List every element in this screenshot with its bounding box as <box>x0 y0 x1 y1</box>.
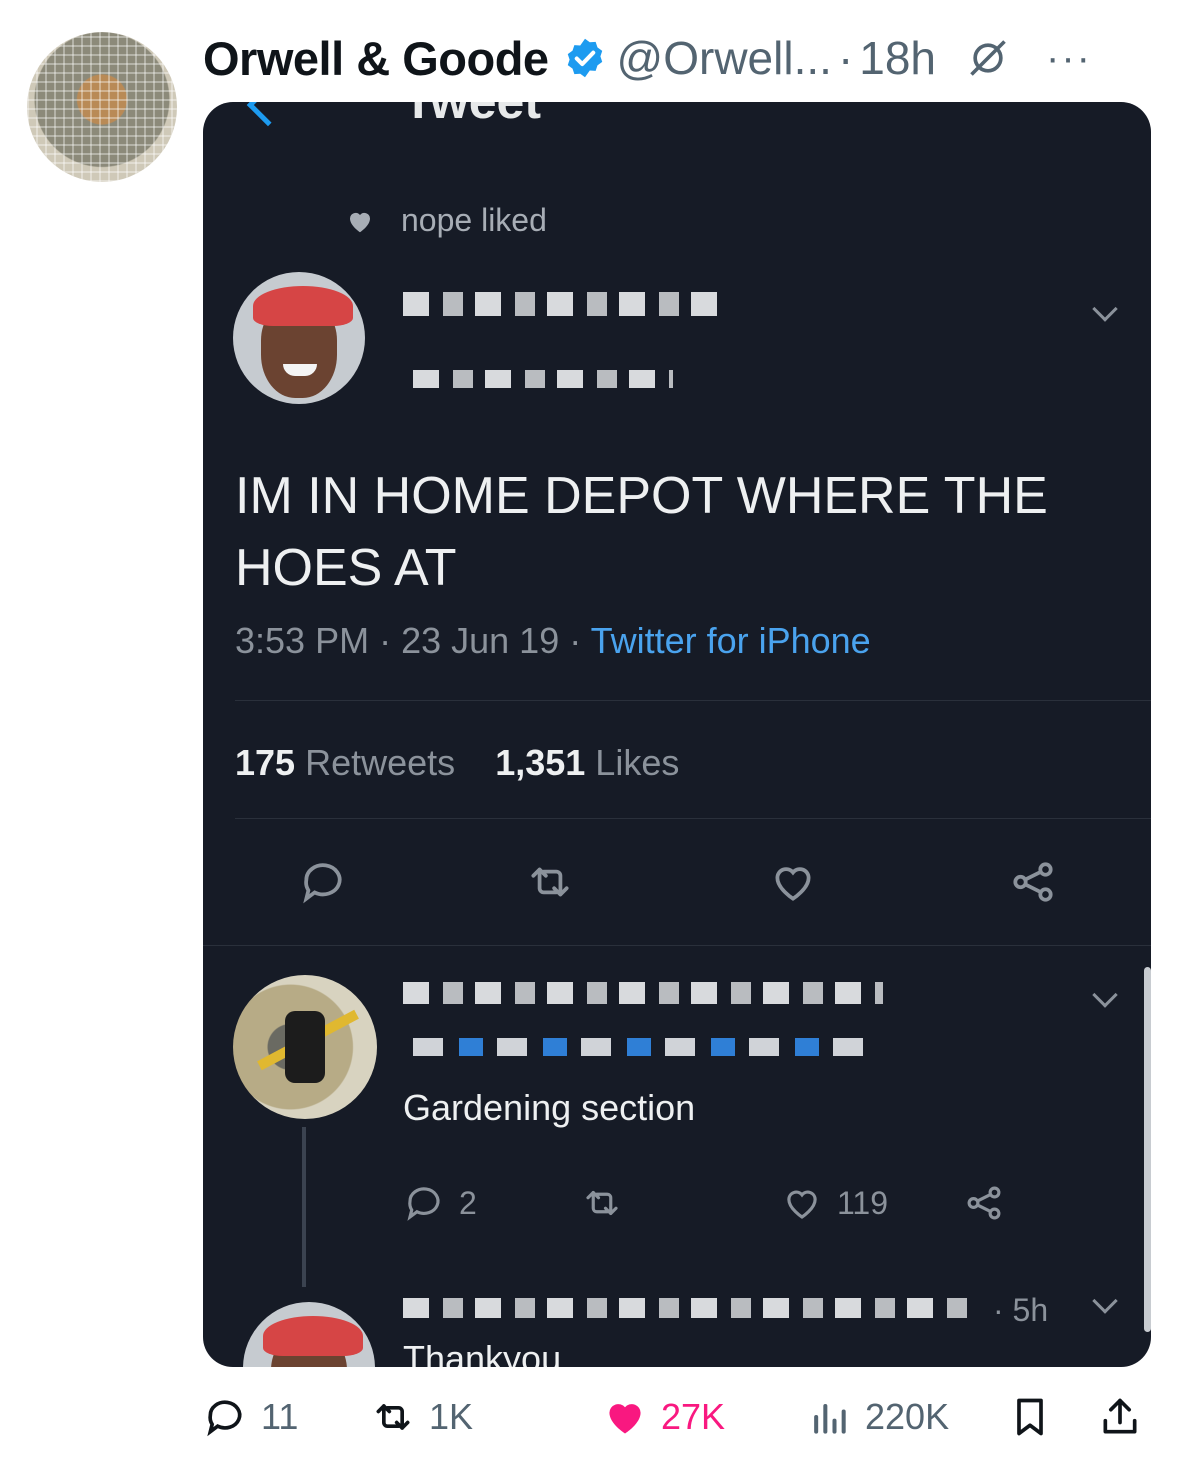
author-avatar[interactable] <box>27 32 177 182</box>
tweet-date: 23 Jun 19 <box>401 620 560 661</box>
reply-icon <box>303 863 342 904</box>
meta-separator: · <box>369 620 402 661</box>
share-icon <box>1013 862 1053 902</box>
scrollbar <box>1144 967 1151 1332</box>
reply-button[interactable]: 11 <box>203 1395 298 1439</box>
verified-badge-icon <box>567 38 602 78</box>
chevron-down-icon <box>1092 982 1118 1008</box>
second-reply-text: Thankyou <box>403 1338 562 1367</box>
likes-label: Likes <box>595 742 680 783</box>
redacted-handle <box>413 370 673 388</box>
retweets-label: Retweets <box>305 742 456 783</box>
grok-icon[interactable] <box>966 36 1010 80</box>
share-icon <box>967 1186 1001 1220</box>
tweet-source: Twitter for iPhone <box>590 620 871 661</box>
embedded-screenshot[interactable]: Tweet nope liked IM IN HOME DEPOT WHERE … <box>203 102 1151 1367</box>
thread-line <box>302 1127 306 1287</box>
separator-dot: · <box>837 32 854 84</box>
author-handle[interactable]: @Orwell... <box>617 31 832 85</box>
views-chart-icon <box>814 1403 846 1434</box>
reply-likes: 119 <box>781 1182 888 1224</box>
like-icon <box>775 867 811 901</box>
views-button[interactable]: 220K <box>807 1395 949 1439</box>
redacted-second-reply-name <box>403 1298 973 1318</box>
chevron-down-icon <box>1092 1288 1118 1314</box>
meta-separator: · <box>559 620 591 661</box>
heart-filled-icon <box>609 1404 641 1434</box>
divider <box>203 945 1151 946</box>
repost-count: 1K <box>429 1396 474 1437</box>
more-options-icon[interactable]: ··· <box>1046 36 1092 81</box>
retweet-icon <box>586 1190 618 1216</box>
screenshot-title: Tweet <box>403 102 541 130</box>
like-icon <box>787 1190 817 1219</box>
reply-icon <box>207 1400 242 1437</box>
tweet-meta: 3:53 PM · 23 Jun 19 · Twitter for iPhone <box>235 620 871 662</box>
bookmark-icon <box>1017 1398 1043 1436</box>
repost-icon <box>376 1404 410 1430</box>
reply-replies-count: 2 <box>459 1184 477 1221</box>
reply-count: 11 <box>261 1396 299 1437</box>
original-author-avatar <box>233 272 365 404</box>
divider <box>235 818 1151 819</box>
avatar-cap <box>263 1316 363 1356</box>
post-header: Orwell & Goode @Orwell... · 18h ··· <box>203 28 1159 88</box>
tweet-stats: 175 Retweets 1,351 Likes <box>235 742 679 784</box>
back-arrow-icon <box>246 102 290 127</box>
like-count: 27K <box>661 1396 726 1437</box>
second-reply-avatar <box>243 1302 375 1367</box>
avatar-cap <box>253 286 353 326</box>
social-context: nope liked <box>345 202 547 239</box>
redacted-reply-name <box>403 982 883 1004</box>
second-reply-time: · 5h <box>993 1292 1049 1328</box>
heart-icon <box>350 212 370 232</box>
reply-text: Gardening section <box>403 1087 696 1128</box>
reply-share <box>963 1182 1019 1224</box>
share-button[interactable] <box>1098 1395 1156 1439</box>
divider <box>235 700 1151 701</box>
likes-count: 1,351 <box>495 742 586 783</box>
like-button[interactable]: 27K <box>603 1395 725 1439</box>
post-timestamp[interactable]: 18h <box>859 31 936 85</box>
reply-retweets <box>581 1182 637 1224</box>
chevron-down-icon <box>1092 296 1118 322</box>
post-action-bar: 11 1K 27K 220K <box>203 1395 1149 1455</box>
retweets-count: 175 <box>235 742 296 783</box>
author-display-name[interactable]: Orwell & Goode <box>203 31 549 86</box>
bookmark-button[interactable] <box>1008 1395 1066 1439</box>
liked-by-text: nope liked <box>401 202 547 238</box>
tweet-time: 3:53 PM <box>235 620 370 661</box>
reply-author-avatar <box>233 975 377 1119</box>
repost-button[interactable]: 1K <box>371 1395 473 1439</box>
screenshot-tweet-text: IM IN HOME DEPOT WHERE THE HOES AT <box>235 467 1048 597</box>
redacted-reply-handle <box>413 1038 873 1056</box>
views-count: 220K <box>865 1396 950 1437</box>
reply-likes-count: 119 <box>837 1184 889 1221</box>
reply-replies: 2 <box>403 1182 477 1224</box>
share-upload-icon <box>1103 1398 1137 1434</box>
reply-icon <box>407 1187 440 1221</box>
redacted-name <box>403 292 723 316</box>
retweet-icon <box>531 867 569 897</box>
